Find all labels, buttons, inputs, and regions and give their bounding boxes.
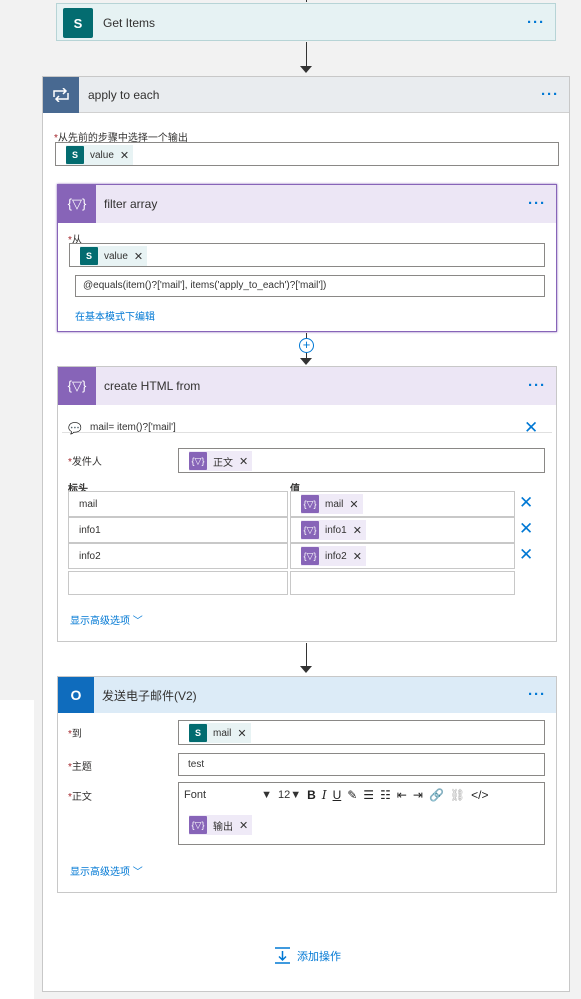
to-label: *到 (68, 729, 82, 740)
create-html-title: create HTML from (104, 379, 201, 393)
data-operation-icon: {▽} (301, 495, 319, 513)
data-operation-icon: {▽} (189, 816, 207, 834)
font-select[interactable]: Font ▼ (184, 789, 272, 801)
get-items-title: Get Items (103, 16, 156, 30)
bullet-list-icon[interactable]: ☰ (363, 788, 374, 802)
remove-token-icon[interactable]: ✕ (237, 727, 246, 740)
add-action-button[interactable]: 添加操作 (274, 947, 341, 964)
sharepoint-icon: S (63, 8, 93, 38)
chevron-down-icon: ﹀ (132, 616, 143, 627)
empty-row-value[interactable] (290, 571, 515, 595)
expression-field[interactable]: @equals(item()?['mail'], items('apply_to… (75, 275, 545, 297)
body-label: *正文 (68, 792, 92, 803)
create-html-icon: {▽} (58, 367, 96, 405)
data-operation-icon: {▽} (189, 452, 207, 470)
remove-token-icon[interactable]: ✕ (120, 149, 129, 162)
output-token[interactable]: {▽} 输出 ✕ (189, 815, 253, 835)
info2-token[interactable]: {▽} info2 ✕ (301, 546, 366, 566)
remove-token-icon[interactable]: ✕ (239, 819, 248, 832)
info1-token[interactable]: {▽} info1 ✕ (301, 520, 366, 540)
add-action-icon (275, 947, 290, 964)
arrow-down-icon (300, 666, 312, 673)
table-row-value[interactable]: {▽} info1 ✕ (290, 517, 515, 543)
to-field[interactable]: S mail ✕ (178, 720, 545, 745)
data-operation-icon: {▽} (301, 521, 319, 539)
remove-token-icon[interactable]: ✕ (353, 550, 362, 563)
table-row-header[interactable]: info2 (68, 543, 288, 569)
underline-icon[interactable]: U (333, 788, 342, 802)
more-options-icon[interactable]: ··· (527, 15, 545, 30)
filter-array-icon: {▽} (58, 185, 96, 223)
sender-field[interactable]: {▽} 正文 ✕ (178, 448, 545, 473)
body-editor[interactable]: Font ▼ 12▼ B I U ✎ ☰ ☷ ⇤ ⇥ 🔗 ⛓ </> {▽} 输出… (178, 782, 545, 845)
get-items-card[interactable]: S Get Items ··· (56, 3, 556, 41)
more-options-icon[interactable]: ··· (541, 87, 559, 102)
subject-label: *主题 (68, 762, 92, 773)
empty-row-header[interactable] (68, 571, 288, 595)
from-field[interactable]: S value ✕ (69, 243, 545, 267)
sharepoint-icon: S (66, 146, 84, 164)
arrow-down-icon (300, 66, 312, 73)
remove-token-icon[interactable]: ✕ (349, 498, 358, 511)
remove-token-icon[interactable]: ✕ (134, 250, 143, 263)
send-email-title: 发送电子邮件(V2) (102, 688, 197, 703)
output-select-field[interactable]: S value ✕ (55, 142, 559, 166)
comment-text: mail= item()?['mail'] (90, 422, 176, 433)
font-size-select[interactable]: 12▼ (278, 789, 301, 801)
loop-icon (43, 76, 79, 113)
apply-to-each-title: apply to each (88, 87, 160, 102)
body-token[interactable]: {▽} 正文 ✕ (189, 451, 253, 471)
caret-down-icon: ▼ (261, 788, 272, 801)
close-comment-icon[interactable]: ✕ (524, 419, 538, 436)
delete-row-icon[interactable]: ✕ (519, 494, 533, 511)
mail-token[interactable]: {▽} mail ✕ (301, 494, 363, 514)
remove-token-icon[interactable]: ✕ (239, 455, 248, 468)
value-token[interactable]: S value ✕ (80, 246, 148, 266)
connector-top (306, 0, 307, 2)
editor-toolbar: Font ▼ 12▼ B I U ✎ ☰ ☷ ⇤ ⇥ 🔗 ⛓ </> (179, 783, 544, 806)
numbered-list-icon[interactable]: ☷ (380, 788, 391, 802)
link-icon[interactable]: 🔗 (429, 788, 444, 802)
subject-field[interactable]: test (178, 753, 545, 776)
data-operation-icon: {▽} (301, 547, 319, 565)
add-step-icon[interactable]: + (299, 338, 314, 353)
unlink-icon[interactable]: ⛓ (450, 788, 465, 802)
left-panel (0, 700, 34, 999)
table-row-value[interactable]: {▽} info2 ✕ (290, 543, 515, 569)
sharepoint-icon: S (189, 724, 207, 742)
chevron-down-icon: ﹀ (132, 867, 143, 878)
more-options-icon[interactable]: ··· (528, 687, 546, 702)
more-options-icon[interactable]: ··· (528, 196, 546, 211)
indent-icon[interactable]: ⇥ (413, 788, 423, 802)
arrow-down-icon (300, 358, 312, 365)
table-row-header[interactable]: mail (68, 491, 288, 517)
highlight-icon[interactable]: ✎ (347, 788, 357, 802)
outlook-icon: O (58, 677, 94, 713)
code-view-icon[interactable]: </> (471, 788, 488, 802)
delete-row-icon[interactable]: ✕ (519, 520, 533, 537)
table-row-header[interactable]: info1 (68, 517, 288, 543)
more-options-icon[interactable]: ··· (528, 378, 546, 393)
show-advanced-link[interactable]: 显示高级选项 ﹀ (70, 863, 143, 878)
show-advanced-link[interactable]: 显示高级选项 ﹀ (70, 612, 143, 627)
mail-token[interactable]: S mail ✕ (189, 723, 251, 743)
italic-icon[interactable]: I (322, 788, 327, 802)
edit-basic-mode-link[interactable]: 在基本模式下编辑 (75, 308, 155, 323)
delete-row-icon[interactable]: ✕ (519, 546, 533, 563)
remove-token-icon[interactable]: ✕ (353, 524, 362, 537)
filter-array-title: filter array (104, 197, 158, 211)
table-row-value[interactable]: {▽} mail ✕ (290, 491, 515, 517)
bold-icon[interactable]: B (307, 788, 316, 802)
comment-icon: 💬 (68, 423, 82, 435)
value-token[interactable]: S value ✕ (66, 145, 134, 165)
sender-label: *发件人 (68, 457, 102, 468)
outdent-icon[interactable]: ⇤ (397, 788, 407, 802)
sharepoint-icon: S (80, 247, 98, 265)
